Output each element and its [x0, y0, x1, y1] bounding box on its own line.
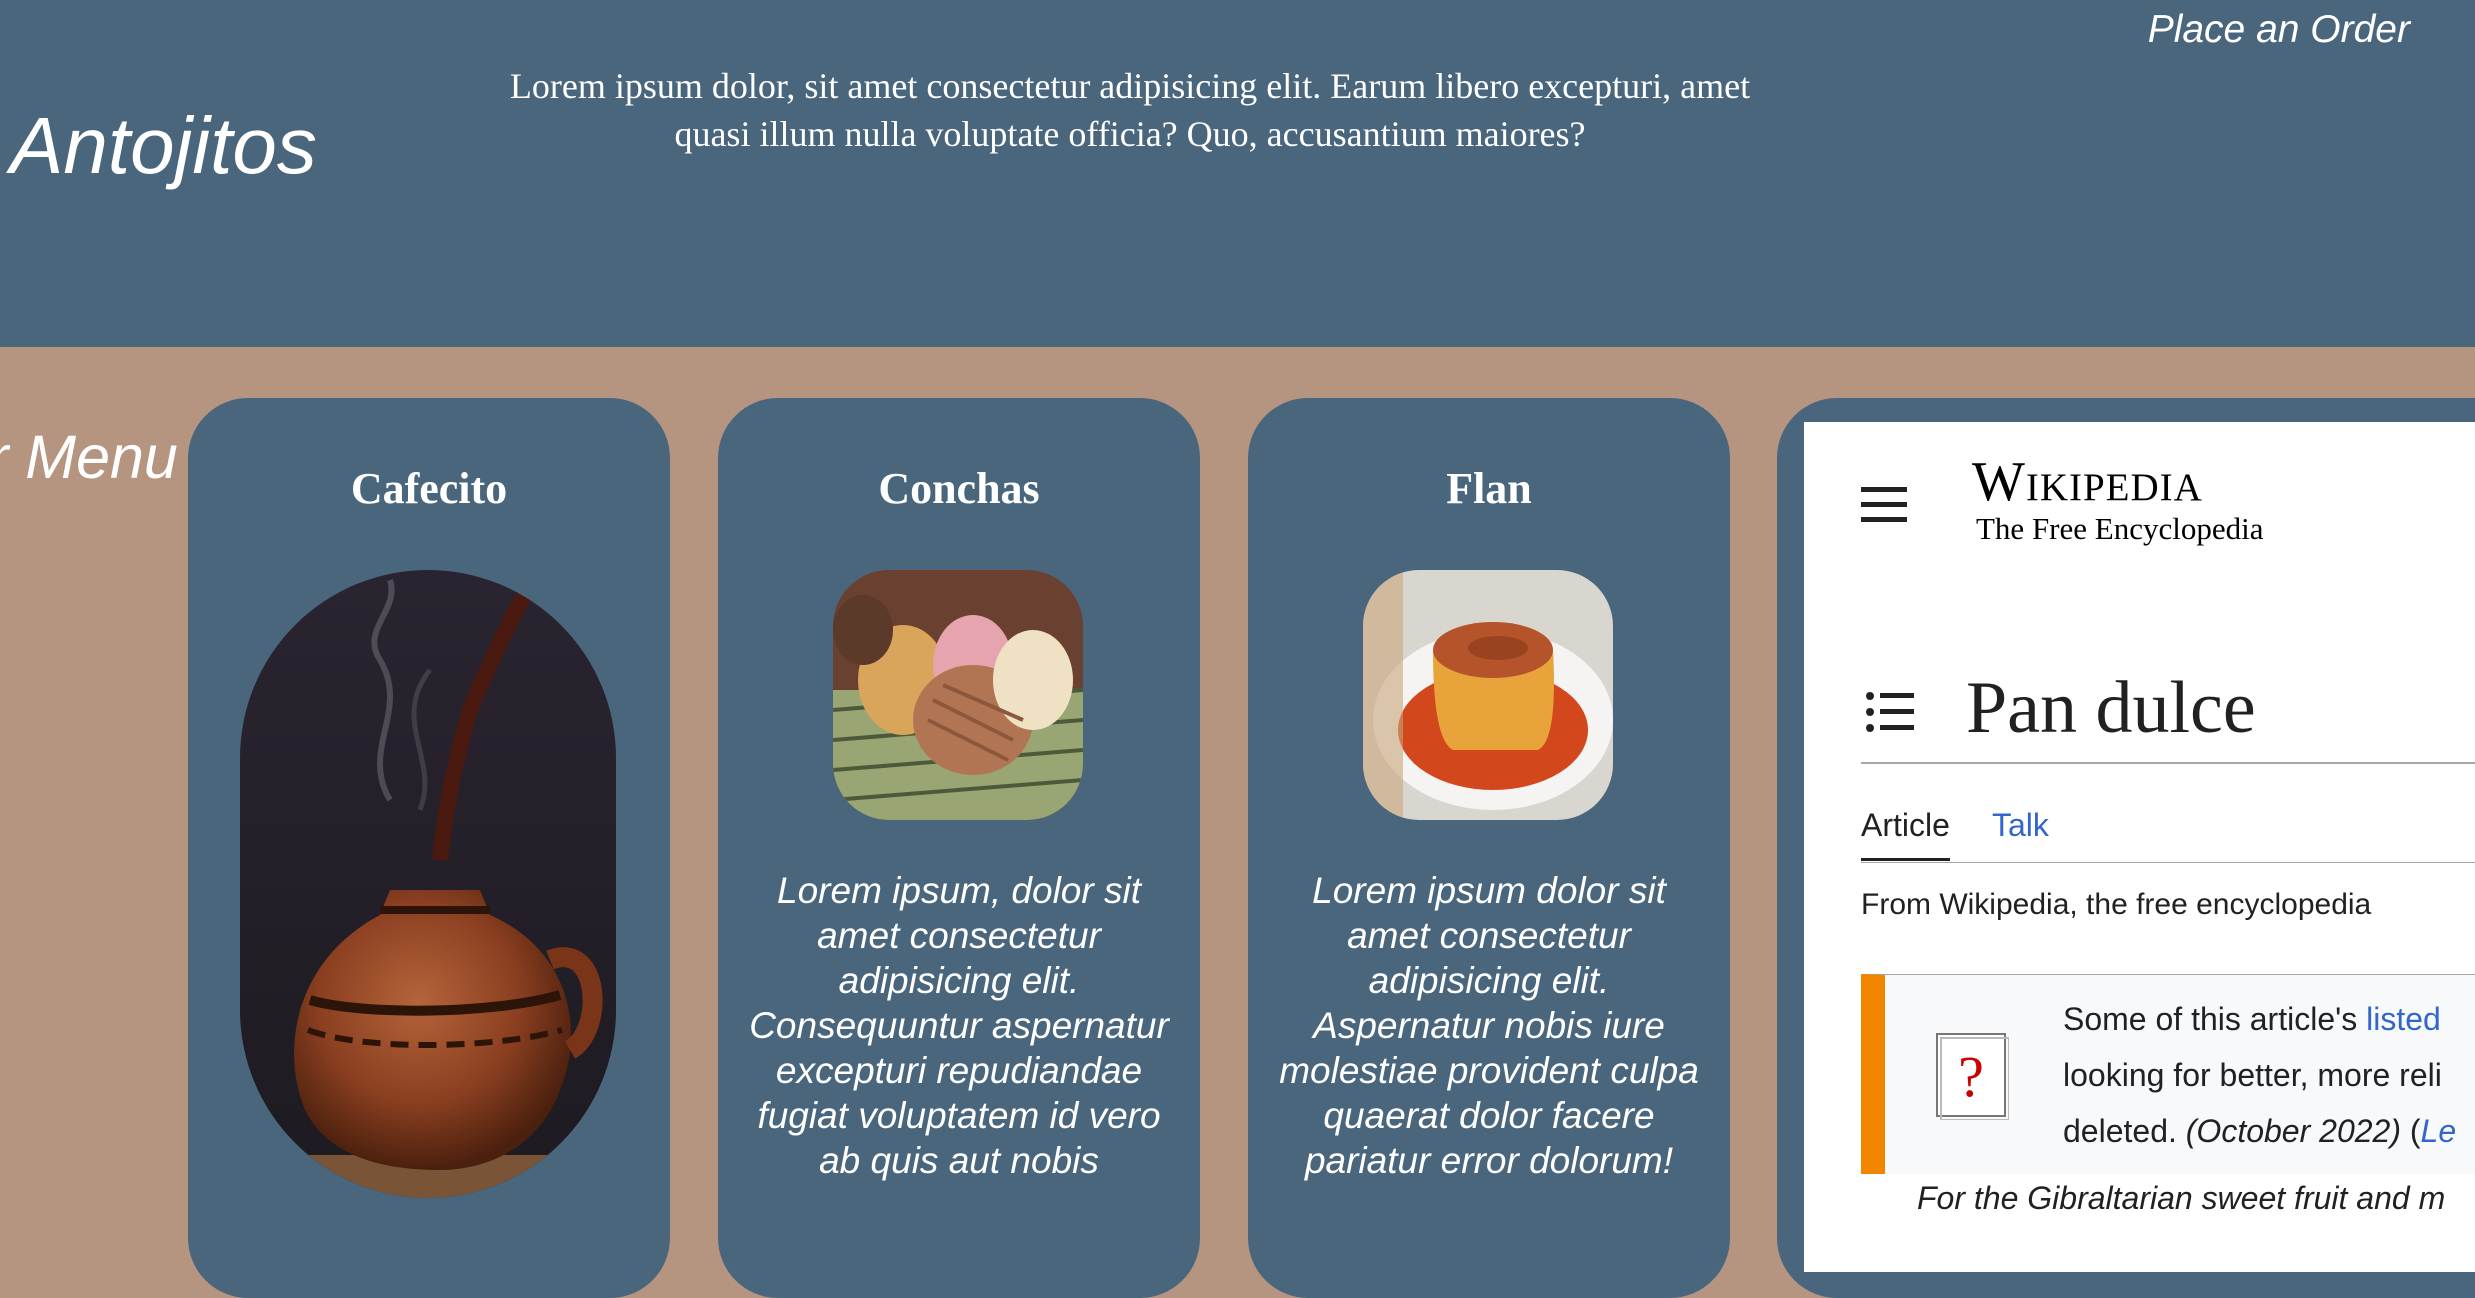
site-header: Antojitos Lorem ipsum dolor, sit amet co…	[0, 0, 2475, 347]
menu-card-cafecito[interactable]: Cafecito	[188, 398, 670, 1298]
menu-section-label: r Menu	[0, 423, 178, 491]
clay-pitcher-coffee-photo	[240, 570, 616, 1198]
tab-article[interactable]: Article	[1861, 807, 1950, 861]
card-title: Cafecito	[350, 464, 508, 513]
tabs-divider	[1861, 862, 2475, 863]
menu-card-flan[interactable]: Flan Lorem ipsum dolor sit amet consecte…	[1248, 398, 1730, 1298]
place-order-link[interactable]: Place an Order	[2148, 8, 2410, 52]
notice-line1: Some of this article's	[2063, 1001, 2367, 1037]
notice-listed-link[interactable]: listed	[2366, 1001, 2441, 1037]
notice-text: Some of this article's listed looking fo…	[2063, 991, 2475, 1159]
card-description: Lorem ipsum dolor sit amet consectetur a…	[1279, 870, 1699, 1181]
card-title: Conchas	[878, 464, 1040, 513]
brand-title: Antojitos	[10, 101, 317, 190]
svg-text:?: ?	[1958, 1044, 1984, 1109]
card-title: Flan	[1446, 464, 1532, 513]
tab-talk[interactable]: Talk	[1992, 807, 2049, 844]
notice-line3: deleted.	[2063, 1113, 2186, 1149]
menu-card-conchas[interactable]: Conchas Lorem ipsum, dolor sit amet cons…	[718, 398, 1200, 1298]
wordmark-subtitle: The Free Encyclopedia	[1976, 511, 2264, 546]
from-wikipedia-line: From Wikipedia, the free encyclopedia	[1861, 888, 2372, 921]
flan-plate-photo	[1363, 570, 1613, 820]
notice-date: (October 2022)	[2185, 1113, 2401, 1149]
table-of-contents-icon[interactable]	[1866, 692, 1914, 737]
hamburger-menu-icon[interactable]	[1861, 485, 1909, 530]
conchas-basket-photo	[833, 570, 1083, 820]
header-tagline: Lorem ipsum dolor, sit amet consectetur …	[509, 66, 1751, 154]
notice-learn-link[interactable]: Le	[2421, 1113, 2457, 1149]
sources-notice-box: ? Some of this article's listed looking …	[1861, 974, 2475, 1174]
article-title: Pan dulce	[1966, 667, 2256, 749]
wikipedia-embed: Wikipedia The Free Encyclopedia Pan dulc…	[1804, 422, 2475, 1272]
notice-paren: (	[2400, 1113, 2421, 1149]
card-description: Lorem ipsum, dolor sit amet consectetur …	[749, 870, 1169, 1181]
question-mark-document-icon: ?	[1933, 1030, 2010, 1125]
wordmark-title: Wikipedia	[1972, 451, 2203, 513]
hatnote: For the Gibraltarian sweet fruit and m	[1917, 1180, 2446, 1216]
wikipedia-wordmark[interactable]: Wikipedia The Free Encyclopedia	[1972, 452, 2263, 546]
notice-line2: looking for better, more reli	[2063, 1057, 2442, 1093]
title-divider	[1861, 762, 2475, 764]
